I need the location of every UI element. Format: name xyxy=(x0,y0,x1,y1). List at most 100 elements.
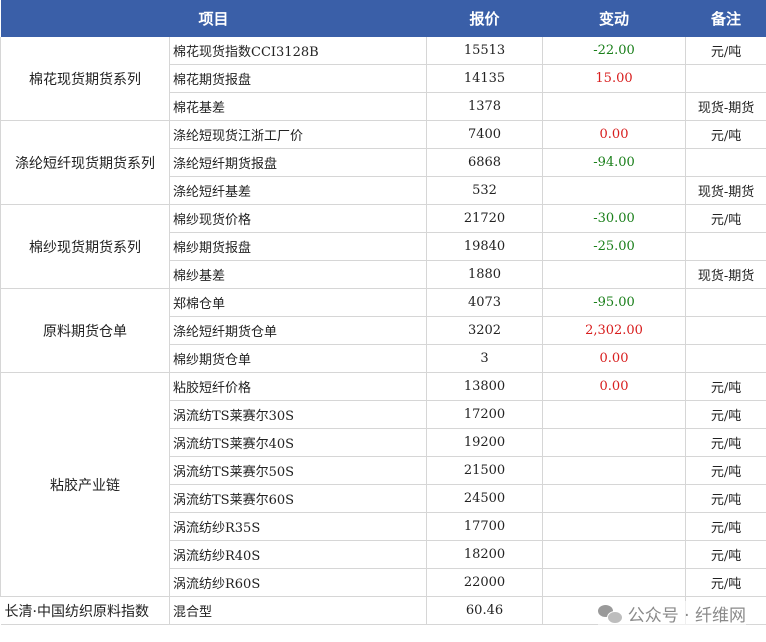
change-cell xyxy=(542,260,687,289)
change-cell xyxy=(542,568,687,597)
item-cell: 涡流纺纱R35S xyxy=(169,512,428,541)
price-cell: 532 xyxy=(426,176,544,205)
item-cell: 棉纱现货价格 xyxy=(169,204,428,233)
change-cell: 0.00 xyxy=(542,344,687,373)
header-note: 备注 xyxy=(685,0,766,37)
price-cell: 4073 xyxy=(426,288,544,317)
note-cell: 现货-期货 xyxy=(685,92,766,121)
change-cell xyxy=(542,428,687,457)
category-cell: 棉纱现货期货系列 xyxy=(0,204,170,289)
note-cell xyxy=(685,64,766,93)
change-cell xyxy=(542,400,687,429)
note-cell: 元/吨 xyxy=(685,400,766,429)
change-cell: -30.00 xyxy=(542,204,687,233)
item-cell: 粘胶短纤价格 xyxy=(169,372,428,401)
price-cell: 18200 xyxy=(426,540,544,569)
change-cell xyxy=(542,456,687,485)
price-cell: 22000 xyxy=(426,568,544,597)
category-cell: 涤纶短纤现货期货系列 xyxy=(0,120,170,205)
item-cell: 涡流纺TS莱赛尔60S xyxy=(169,484,428,513)
price-cell: 6868 xyxy=(426,148,544,177)
item-cell: 郑棉仓单 xyxy=(169,288,428,317)
price-cell: 3202 xyxy=(426,316,544,345)
change-cell xyxy=(542,540,687,569)
item-cell: 棉纱期货报盘 xyxy=(169,232,428,261)
category-cell: 原料期货仓单 xyxy=(0,288,170,373)
price-cell: 19840 xyxy=(426,232,544,261)
footer-price: 60.46 xyxy=(426,596,544,625)
change-cell: 0.00 xyxy=(542,372,687,401)
table-row: 棉花现货期货系列 棉花现货指数CCI3128B 15513 -22.00 元/吨 xyxy=(0,37,766,121)
change-cell: -95.00 xyxy=(542,288,687,317)
price-cell: 21500 xyxy=(426,456,544,485)
note-cell: 元/吨 xyxy=(685,568,766,597)
footer-item: 混合型 xyxy=(169,596,428,625)
item-cell: 棉花现货指数CCI3128B xyxy=(169,37,428,65)
table-row: 棉纱现货期货系列 棉纱现货价格 21720 -30.00 元/吨 xyxy=(0,204,766,289)
change-cell: -94.00 xyxy=(542,148,687,177)
header-price: 报价 xyxy=(426,0,543,37)
item-cell: 棉纱期货仓单 xyxy=(169,344,428,373)
price-cell: 1378 xyxy=(426,92,544,121)
note-cell: 元/吨 xyxy=(685,484,766,513)
watermark: 公众号 · 纤维网 xyxy=(597,601,746,626)
item-cell: 涤纶短现货江浙工厂价 xyxy=(169,120,428,149)
table-row: 涤纶短纤现货期货系列 涤纶短现货江浙工厂价 7400 0.00 元/吨 xyxy=(0,120,766,205)
item-cell: 涡流纺TS莱赛尔50S xyxy=(169,456,428,485)
item-cell: 棉花期货报盘 xyxy=(169,64,428,93)
item-cell: 涡流纺TS莱赛尔40S xyxy=(169,428,428,457)
change-cell: -25.00 xyxy=(542,232,687,261)
price-cell: 24500 xyxy=(426,484,544,513)
note-cell: 元/吨 xyxy=(685,512,766,541)
change-cell xyxy=(542,92,687,121)
note-cell xyxy=(685,148,766,177)
note-cell: 元/吨 xyxy=(685,204,766,233)
table-body: 棉花现货期货系列 棉花现货指数CCI3128B 15513 -22.00 元/吨 棉花期货… xyxy=(0,37,766,625)
item-cell: 涡流纺纱R60S xyxy=(169,568,428,597)
table-row: 原料期货仓单 郑棉仓单 4073 -95.00 xyxy=(0,288,766,373)
price-cell: 14135 xyxy=(426,64,544,93)
category-cell: 棉花现货期货系列 xyxy=(0,37,170,121)
change-cell xyxy=(542,176,687,205)
change-cell: 0.00 xyxy=(542,120,687,149)
note-cell xyxy=(685,232,766,261)
price-cell: 19200 xyxy=(426,428,544,457)
price-cell: 3 xyxy=(426,344,544,373)
price-table: 项目 报价 变动 备注 棉花现货期货系列 棉花现货指数CCI3128B 15513-… xyxy=(0,0,766,625)
note-cell: 元/吨 xyxy=(685,372,766,401)
header-item: 项目 xyxy=(0,0,427,37)
note-cell: 现货-期货 xyxy=(685,176,766,205)
note-cell xyxy=(685,344,766,373)
note-cell: 元/吨 xyxy=(685,120,766,149)
price-cell: 1880 xyxy=(426,260,544,289)
change-cell: -22.00 xyxy=(542,37,687,65)
note-cell: 元/吨 xyxy=(685,428,766,457)
change-cell xyxy=(542,484,687,513)
note-cell xyxy=(685,288,766,317)
footer-label: 长清·中国纺织原料指数 xyxy=(0,596,170,625)
price-cell: 17700 xyxy=(426,512,544,541)
item-cell: 涡流纺纱R40S xyxy=(169,540,428,569)
table-row: 粘胶产业链 粘胶短纤价格 13800 0.00 元/吨 xyxy=(0,372,766,597)
item-cell: 棉花基差 xyxy=(169,92,428,121)
note-cell xyxy=(685,316,766,345)
price-cell: 17200 xyxy=(426,400,544,429)
price-cell: 15513 xyxy=(426,37,544,65)
price-cell: 7400 xyxy=(426,120,544,149)
watermark-text: 公众号 · 纤维网 xyxy=(627,606,746,626)
price-cell: 21720 xyxy=(426,204,544,233)
item-cell: 涤纶短纤基差 xyxy=(169,176,428,205)
header-change: 变动 xyxy=(542,0,686,37)
wechat-icon xyxy=(597,604,623,624)
change-cell: 15.00 xyxy=(542,64,687,93)
note-cell: 元/吨 xyxy=(685,456,766,485)
item-cell: 棉纱基差 xyxy=(169,260,428,289)
note-cell: 元/吨 xyxy=(685,540,766,569)
item-cell: 涤纶短纤期货报盘 xyxy=(169,148,428,177)
change-cell: 2,302.00 xyxy=(542,316,687,345)
note-cell: 现货-期货 xyxy=(685,260,766,289)
header-row: 项目 报价 变动 备注 xyxy=(0,0,766,37)
item-cell: 涤纶短纤期货仓单 xyxy=(169,316,428,345)
note-cell: 元/吨 xyxy=(685,37,766,65)
price-cell: 13800 xyxy=(426,372,544,401)
